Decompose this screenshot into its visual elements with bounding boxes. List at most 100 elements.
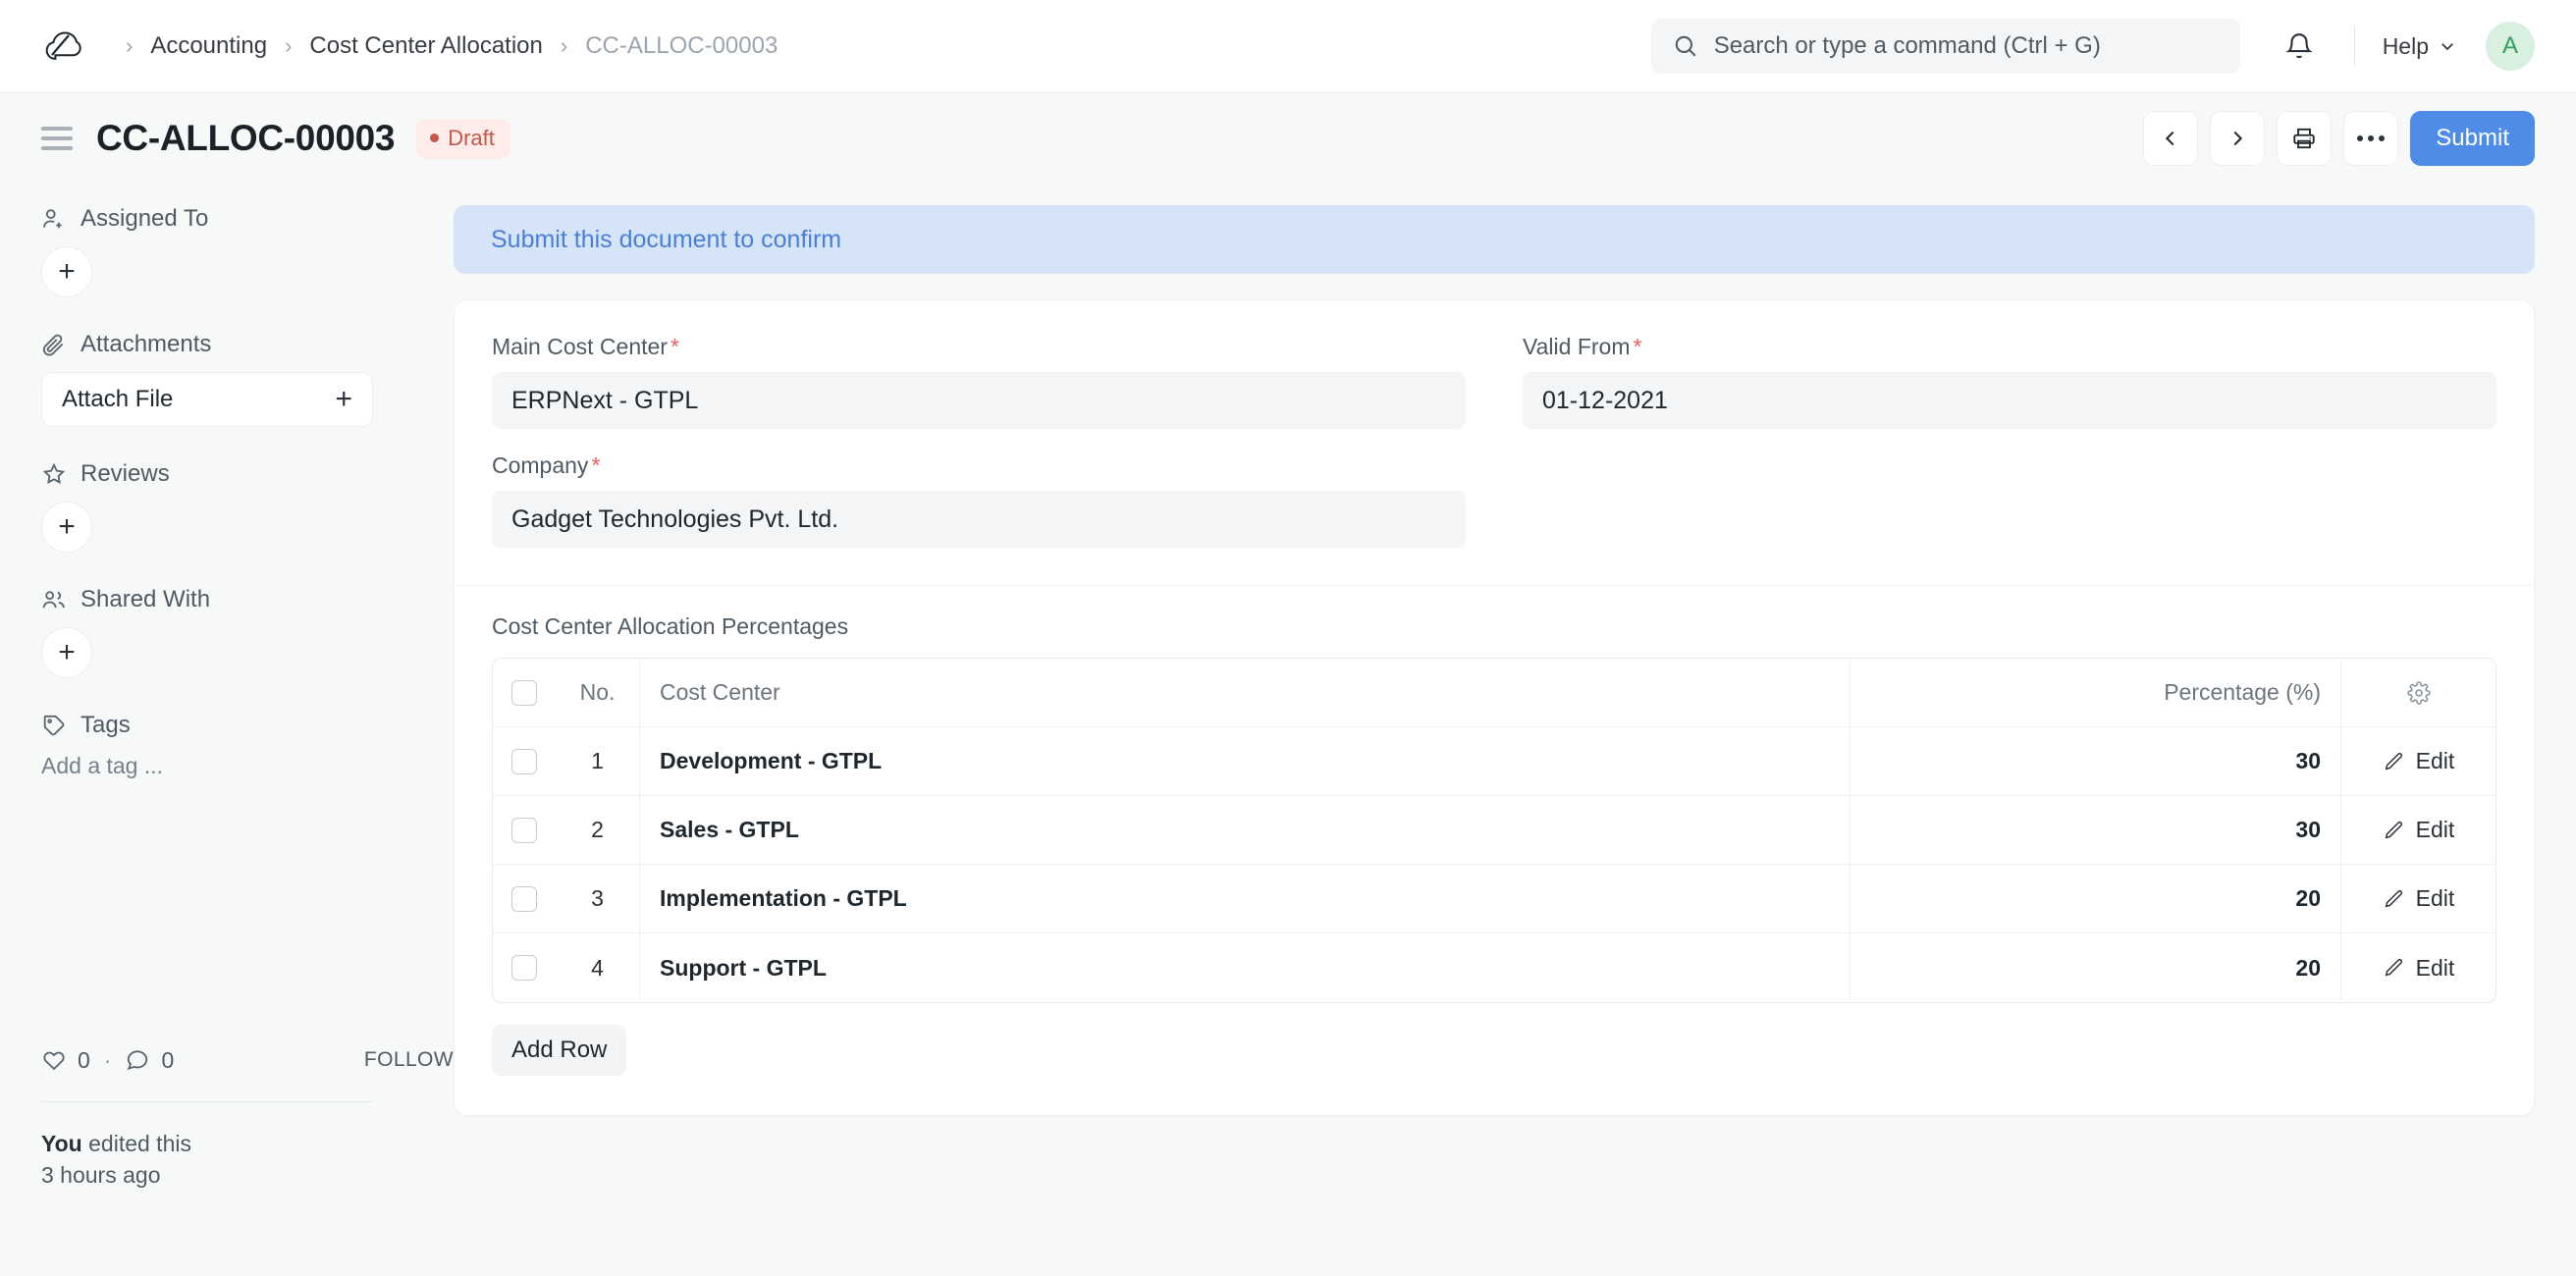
- pencil-icon: [2383, 751, 2404, 772]
- row-percentage[interactable]: 20: [1850, 865, 2340, 932]
- attach-file-button[interactable]: Attach File +: [41, 372, 373, 427]
- add-assignee-button[interactable]: +: [41, 246, 92, 297]
- sidebar-section-shared-with: Shared With +: [41, 586, 454, 678]
- row-select-cell[interactable]: [493, 727, 556, 795]
- row-select-cell[interactable]: [493, 796, 556, 864]
- gear-icon: [2407, 681, 2431, 705]
- row-cost-center[interactable]: Implementation - GTPL: [640, 865, 1850, 932]
- row-edit-button[interactable]: Edit: [2340, 796, 2496, 864]
- ellipsis-icon: [2357, 135, 2385, 141]
- next-document-button[interactable]: [2210, 111, 2265, 166]
- row-select-cell[interactable]: [493, 933, 556, 1002]
- row-index: 2: [556, 796, 640, 864]
- table-row[interactable]: 3 Implementation - GTPL 20: [493, 865, 2496, 933]
- comment-counter[interactable]: 0: [125, 1047, 174, 1074]
- row-index-value: 3: [591, 885, 604, 912]
- row-percentage-value: 30: [2295, 748, 2321, 774]
- add-share-button[interactable]: +: [41, 627, 92, 678]
- pencil-icon: [2383, 820, 2404, 841]
- row-cost-center[interactable]: Development - GTPL: [640, 727, 1850, 795]
- row-checkbox[interactable]: [511, 818, 537, 843]
- search-input[interactable]: Search or type a command (Ctrl + G): [1651, 19, 2240, 74]
- page-title-bar: CC-ALLOC-00003 Draft: [0, 93, 2576, 184]
- row-edit-button[interactable]: Edit: [2340, 933, 2496, 1002]
- more-actions-button[interactable]: [2343, 111, 2398, 166]
- row-select-cell[interactable]: [493, 865, 556, 932]
- hamburger-menu-icon[interactable]: [41, 127, 73, 150]
- navbar-divider: [2354, 27, 2355, 66]
- title-actions: Submit: [2143, 111, 2535, 166]
- search-icon: [1673, 33, 1698, 59]
- row-cost-center[interactable]: Support - GTPL: [640, 933, 1850, 1002]
- submit-button[interactable]: Submit: [2410, 111, 2535, 166]
- allocation-section-label: Cost Center Allocation Percentages: [492, 613, 2496, 640]
- like-count: 0: [78, 1047, 90, 1074]
- table-row[interactable]: 2 Sales - GTPL 30 Edit: [493, 796, 2496, 865]
- section-divider: [455, 585, 2534, 586]
- row-index-value: 4: [591, 955, 604, 982]
- star-icon: [41, 461, 67, 487]
- breadcrumb-item-cost-center-allocation[interactable]: Cost Center Allocation: [305, 32, 546, 60]
- like-counter[interactable]: 0: [41, 1047, 90, 1074]
- row-checkbox[interactable]: [511, 749, 537, 774]
- row-percentage[interactable]: 30: [1850, 727, 2340, 795]
- last-edited-time: 3 hours ago: [41, 1162, 160, 1188]
- sidebar-section-assigned-to: Assigned To +: [41, 205, 454, 297]
- field-valid-from: Valid From* 01-12-2021: [1523, 334, 2496, 429]
- add-tag-input[interactable]: Add a tag ...: [41, 753, 454, 779]
- breadcrumb-item-accounting[interactable]: Accounting: [146, 32, 271, 60]
- table-header-row: No. Cost Center Percentage (%): [493, 659, 2496, 727]
- row-cost-center-value: Sales - GTPL: [660, 817, 799, 843]
- shared-with-header: Shared With: [41, 586, 454, 613]
- assigned-to-header: Assigned To: [41, 205, 454, 233]
- row-checkbox[interactable]: [511, 955, 537, 981]
- attachments-label: Attachments: [80, 331, 211, 358]
- prev-document-button[interactable]: [2143, 111, 2198, 166]
- print-button[interactable]: [2277, 111, 2332, 166]
- comment-count: 0: [161, 1047, 174, 1074]
- valid-from-input[interactable]: 01-12-2021: [1523, 372, 2496, 429]
- follow-button[interactable]: FOLLOW: [364, 1048, 454, 1072]
- row-edit-label: Edit: [2416, 748, 2455, 774]
- row-index: 1: [556, 727, 640, 795]
- row-edit-button[interactable]: Edit: [2340, 727, 2496, 795]
- comment-icon: [125, 1047, 150, 1073]
- row-percentage[interactable]: 30: [1850, 796, 2340, 864]
- cloud-logo-icon[interactable]: [41, 25, 84, 68]
- select-all-checkbox[interactable]: [511, 680, 537, 706]
- field-label: Company*: [492, 452, 1466, 479]
- plus-icon: +: [58, 512, 76, 542]
- breadcrumb-separator: ›: [547, 35, 581, 57]
- add-review-button[interactable]: +: [41, 502, 92, 553]
- status-dot: [430, 133, 439, 142]
- row-cost-center[interactable]: Sales - GTPL: [640, 796, 1850, 864]
- row-percentage-value: 20: [2295, 885, 2321, 912]
- row-edit-label: Edit: [2416, 885, 2455, 912]
- select-all-cell[interactable]: [493, 659, 556, 726]
- table-row[interactable]: 4 Support - GTPL 20 Edit: [493, 933, 2496, 1002]
- column-settings-button[interactable]: [2340, 659, 2496, 726]
- row-index-value: 2: [591, 817, 604, 843]
- attach-file-label: Attach File: [62, 386, 173, 413]
- bell-icon[interactable]: [2272, 19, 2327, 74]
- assigned-to-label: Assigned To: [80, 205, 208, 233]
- tags-header: Tags: [41, 712, 454, 739]
- add-row-button[interactable]: Add Row: [492, 1025, 626, 1076]
- sidebar-section-tags: Tags Add a tag ...: [41, 712, 454, 779]
- row-percentage[interactable]: 20: [1850, 933, 2340, 1002]
- row-checkbox[interactable]: [511, 886, 537, 912]
- chevron-down-icon: [2439, 37, 2456, 55]
- sidebar-divider: [41, 1101, 373, 1102]
- tag-icon: [41, 713, 67, 738]
- field-label: Main Cost Center*: [492, 334, 1466, 360]
- main-cost-center-input[interactable]: ERPNext - GTPL: [492, 372, 1466, 429]
- company-input[interactable]: Gadget Technologies Pvt. Ltd.: [492, 491, 1466, 548]
- sidebar-section-attachments: Attachments Attach File +: [41, 331, 454, 427]
- row-edit-button[interactable]: Edit: [2340, 865, 2496, 932]
- search-placeholder: Search or type a command (Ctrl + G): [1714, 32, 2101, 60]
- avatar[interactable]: A: [2486, 22, 2535, 71]
- paperclip-icon: [41, 332, 67, 357]
- help-menu[interactable]: Help: [2383, 33, 2456, 60]
- table-row[interactable]: 1 Development - GTPL 30 E: [493, 727, 2496, 796]
- top-navbar: › Accounting › Cost Center Allocation › …: [0, 0, 2576, 93]
